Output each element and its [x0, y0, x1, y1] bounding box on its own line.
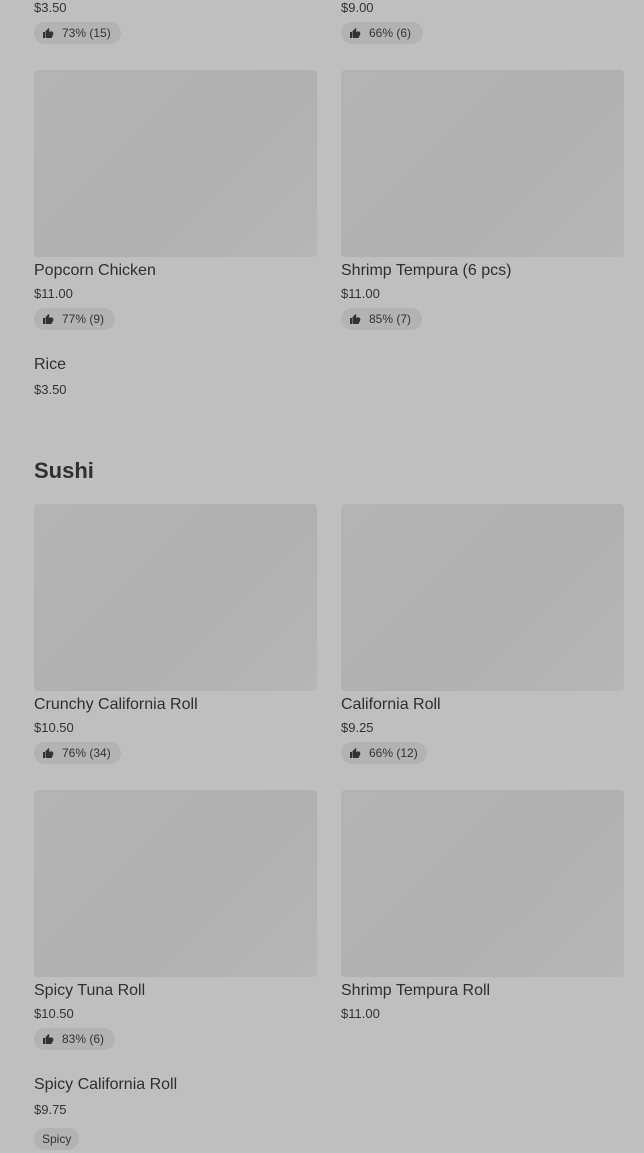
item-image-placeholder[interactable] [34, 790, 317, 977]
item-name[interactable]: Shrimp Tempura (6 pcs) [341, 262, 511, 280]
item-price: $11.00 [34, 286, 73, 301]
item-image-placeholder[interactable] [34, 70, 317, 257]
item-price: $9.75 [34, 1102, 67, 1117]
rating-text: 76% (34) [62, 746, 111, 760]
item-price: $10.50 [34, 720, 74, 735]
rating-badge: 73% (15) [34, 22, 121, 44]
thumbs-up-icon [350, 314, 361, 324]
item-image-placeholder[interactable] [341, 70, 624, 257]
rating-badge: 76% (34) [34, 742, 121, 764]
item-price: $9.00 [341, 0, 374, 15]
thumbs-up-icon [43, 1034, 54, 1044]
rating-text: 66% (12) [369, 746, 418, 760]
section-title-sushi: Sushi [34, 458, 94, 483]
rating-text: 73% (15) [62, 26, 111, 40]
item-price: $3.50 [34, 382, 67, 397]
item-price: $10.50 [34, 1006, 74, 1021]
item-price: $3.50 [34, 0, 67, 15]
item-price: $11.00 [341, 1006, 380, 1021]
rating-badge: 83% (6) [34, 1028, 115, 1050]
rating-badge: 66% (12) [341, 742, 427, 764]
item-name[interactable]: Spicy Tuna Roll [34, 982, 145, 1000]
item-name[interactable]: Rice [34, 356, 66, 374]
item-name[interactable]: California Roll [341, 696, 441, 714]
rating-text: 77% (9) [62, 312, 105, 326]
rating-badge: 85% (7) [341, 308, 422, 330]
rating-badge: 77% (9) [34, 308, 115, 330]
rating-badge: 66% (6) [341, 22, 423, 44]
item-image-placeholder[interactable] [341, 790, 624, 977]
thumbs-up-icon [43, 748, 54, 758]
thumbs-up-icon [350, 28, 361, 38]
item-name[interactable]: Popcorn Chicken [34, 262, 156, 280]
item-name[interactable]: Spicy California Roll [34, 1076, 177, 1094]
item-name[interactable]: Shrimp Tempura Roll [341, 982, 490, 1000]
thumbs-up-icon [350, 748, 361, 758]
thumbs-up-icon [43, 28, 54, 38]
item-image-placeholder[interactable] [341, 504, 624, 691]
spicy-tag: Spicy [34, 1128, 80, 1150]
rating-text: 66% (6) [369, 26, 412, 40]
item-name[interactable]: Crunchy California Roll [34, 696, 198, 714]
rating-text: 85% (7) [369, 312, 412, 326]
rating-text: 83% (6) [62, 1032, 105, 1046]
item-price: $9.25 [341, 720, 374, 735]
item-price: $11.00 [341, 286, 380, 301]
item-image-placeholder[interactable] [34, 504, 317, 691]
thumbs-up-icon [43, 314, 54, 324]
